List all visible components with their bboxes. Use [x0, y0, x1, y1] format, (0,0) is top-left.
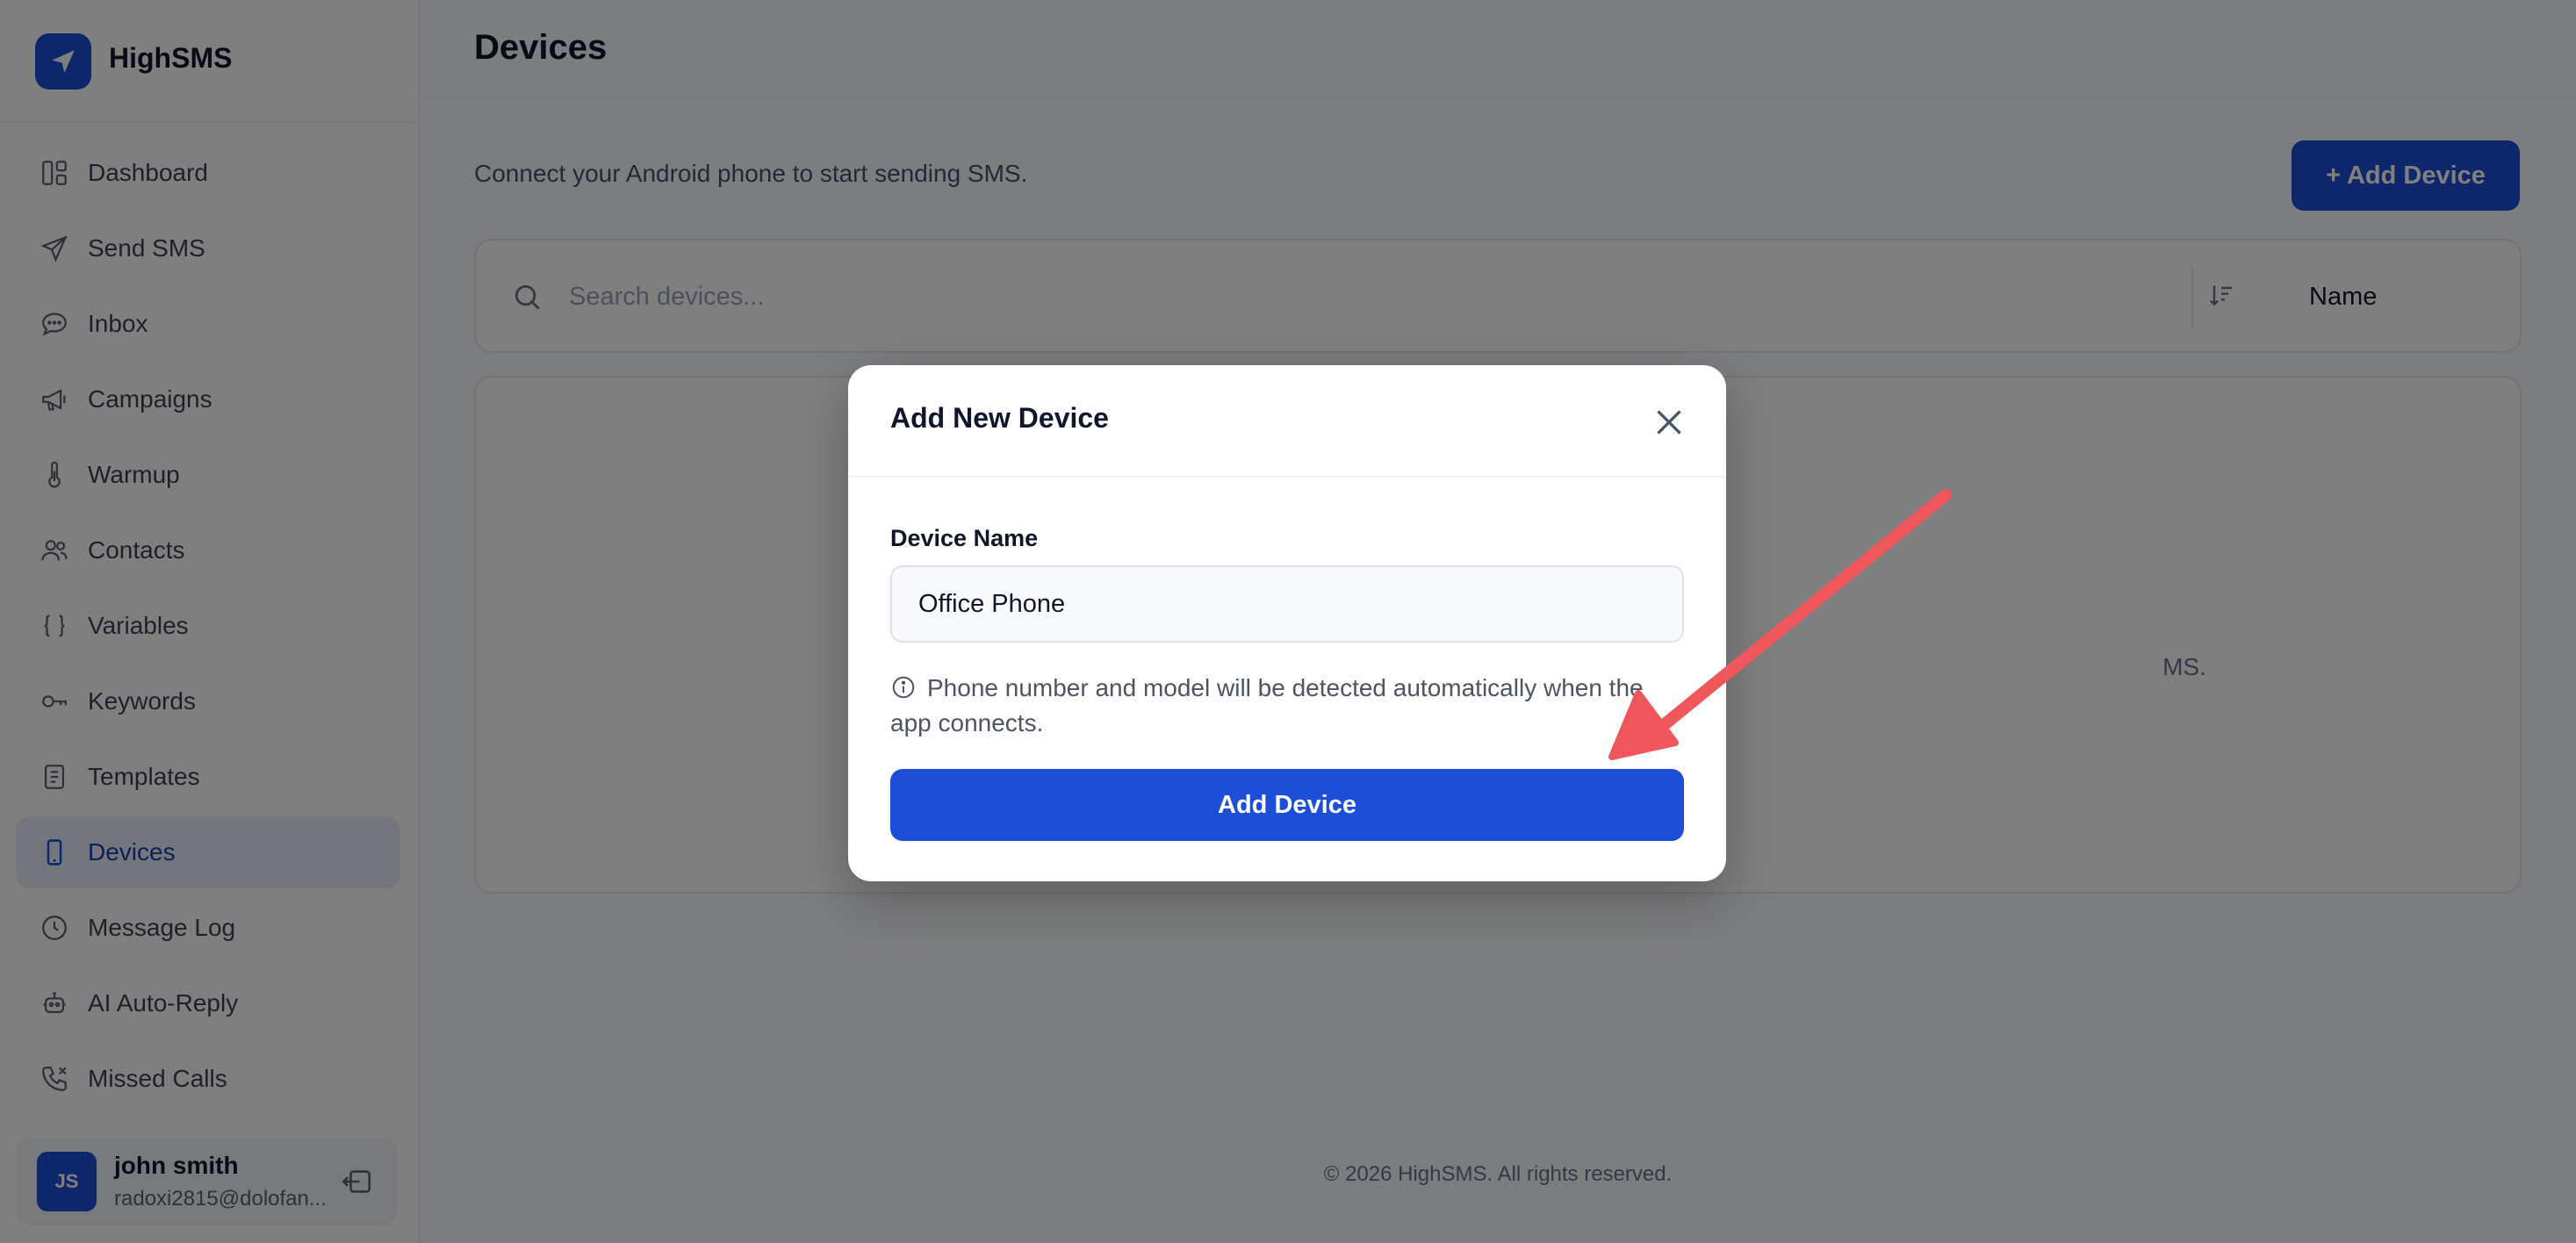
modal-title: Add New Device: [890, 402, 1109, 434]
submit-add-device-button[interactable]: Add Device: [890, 769, 1684, 841]
close-icon: [1657, 410, 1681, 435]
add-device-modal: Add New Device Device Name Phone number …: [848, 365, 1726, 881]
hint-text: Phone number and model will be detected …: [890, 674, 1644, 736]
modal-divider: [848, 476, 1726, 478]
close-button[interactable]: [1647, 400, 1691, 444]
device-name-field[interactable]: [890, 565, 1684, 643]
device-name-label: Device Name: [890, 525, 1039, 551]
